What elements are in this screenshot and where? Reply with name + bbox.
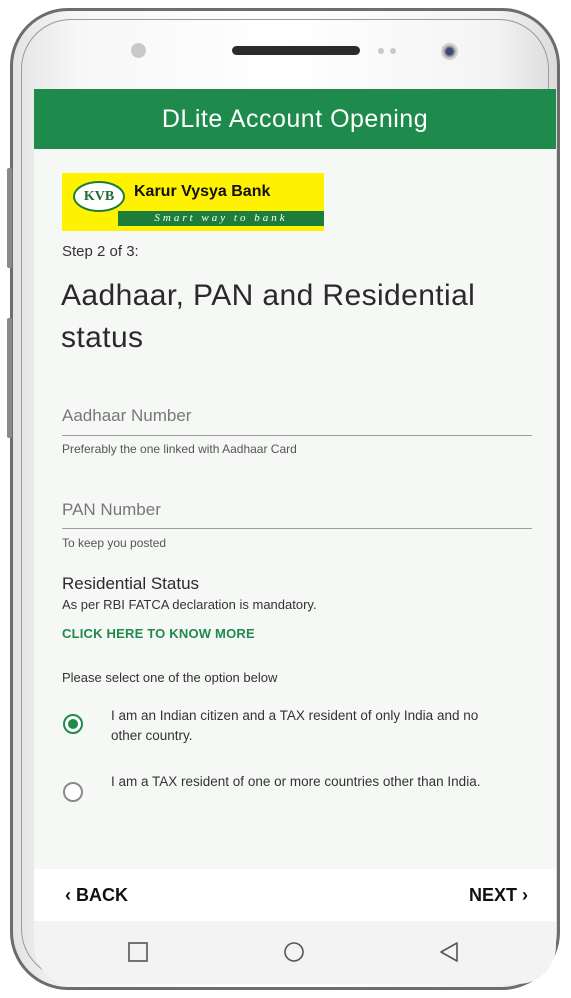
aadhaar-input-underline [62,435,532,436]
app-screen: DLite Account Opening KVB Karur Vysya Ba… [34,89,556,921]
logo-emblem: KVB [73,181,125,212]
recent-apps-icon[interactable] [121,935,155,969]
residential-status-subtitle: As per RBI FATCA declaration is mandator… [62,597,317,612]
logo-tagline: Smart way to bank [118,211,324,226]
radio-indian-resident[interactable] [63,714,83,734]
front-camera [441,43,458,60]
home-icon[interactable] [277,935,311,969]
aadhaar-input[interactable]: Aadhaar Number [62,406,191,426]
radio-label-foreign-tax-resident[interactable]: I am a TAX resident of one or more count… [111,772,511,792]
back-button[interactable]: ‹ BACK [65,885,128,906]
know-more-link[interactable]: CLICK HERE TO KNOW MORE [62,626,255,641]
app-bar: DLite Account Opening [34,89,556,149]
back-button-label: BACK [76,885,129,905]
aadhaar-helper-text: Preferably the one linked with Aadhaar C… [62,442,297,456]
residential-status-title: Residential Status [62,574,200,593]
select-option-prompt: Please select one of the option below [62,670,278,685]
next-button-label: NEXT [468,885,517,905]
next-button[interactable]: NEXT › [469,885,528,906]
front-sensor [131,43,146,58]
earpiece-speaker [232,46,360,55]
pan-helper-text: To keep you posted [62,536,167,550]
proximity-sensor [390,48,396,54]
logo-bank-name: Karur Vysya Bank [134,183,271,200]
system-navigation-bar [34,921,556,984]
footer-nav: ‹ BACK NEXT › [34,869,556,921]
bank-logo: KVB Karur Vysya Bank Smart way to bank [62,173,324,231]
radio-label-indian-resident[interactable]: I am an Indian citizen and a TAX residen… [111,706,511,746]
app-title: DLite Account Opening [161,104,429,133]
back-icon[interactable] [432,935,466,969]
chevron-left-icon: ‹ [65,885,71,905]
pan-input[interactable]: PAN Number [62,500,161,520]
phone-side-button [7,168,12,268]
page-title: Aadhaar, PAN and Residential status [61,279,476,354]
step-indicator: Step 2 of 3: [62,243,139,260]
proximity-sensor [378,48,384,54]
radio-foreign-tax-resident[interactable] [63,782,83,802]
phone-side-button [7,318,12,438]
pan-input-underline [62,528,532,529]
chevron-right-icon: › [522,885,528,905]
